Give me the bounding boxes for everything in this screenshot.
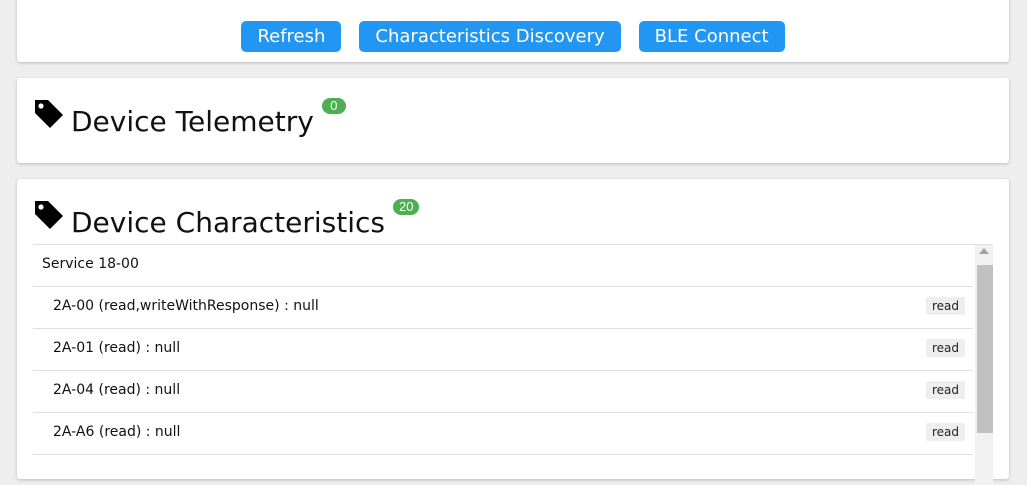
list-item: 2A-A6 (read) : null read bbox=[33, 413, 973, 455]
read-button[interactable]: read bbox=[925, 297, 965, 315]
characteristic-label: 2A-A6 (read) : null bbox=[53, 424, 181, 440]
telemetry-title: Device Telemetry bbox=[71, 105, 314, 138]
scrollbar-thumb[interactable] bbox=[977, 265, 993, 433]
read-button[interactable]: read bbox=[925, 423, 965, 441]
telemetry-card: Device Telemetry 0 bbox=[17, 78, 1009, 163]
characteristics-title: Device Characteristics bbox=[71, 206, 386, 239]
characteristic-label: 2A-00 (read,writeWithResponse) : null bbox=[53, 298, 319, 314]
characteristics-list-content: Service 18-00 2A-00 (read,writeWithRespo… bbox=[33, 245, 973, 455]
characteristic-label: 2A-01 (read) : null bbox=[53, 340, 181, 356]
tag-icon bbox=[35, 201, 63, 229]
telemetry-count-badge: 0 bbox=[321, 98, 346, 114]
refresh-button[interactable]: Refresh bbox=[241, 21, 342, 52]
telemetry-header: Device Telemetry 0 bbox=[33, 98, 346, 140]
read-button[interactable]: read bbox=[925, 339, 965, 357]
scroll-up-icon[interactable] bbox=[979, 248, 989, 254]
characteristics-count-badge: 20 bbox=[393, 199, 420, 215]
actions-card: Refresh Characteristics Discovery BLE Co… bbox=[17, 0, 1009, 62]
list-item: 2A-04 (read) : null read bbox=[33, 371, 973, 413]
characteristics-card: Device Characteristics 20 Service 18-00 … bbox=[17, 179, 1009, 485]
service-row: Service 18-00 bbox=[33, 245, 973, 287]
characteristics-header: Device Characteristics 20 bbox=[33, 199, 420, 241]
scrollbar[interactable] bbox=[975, 245, 993, 485]
list-item: 2A-01 (read) : null read bbox=[33, 329, 973, 371]
tag-icon bbox=[35, 100, 63, 128]
action-buttons: Refresh Characteristics Discovery BLE Co… bbox=[17, 21, 1009, 52]
list-item: 2A-00 (read,writeWithResponse) : null re… bbox=[33, 287, 973, 329]
service-label: Service 18-00 bbox=[42, 256, 139, 272]
read-button[interactable]: read bbox=[925, 381, 965, 399]
characteristics-list[interactable]: Service 18-00 2A-00 (read,writeWithRespo… bbox=[33, 244, 993, 485]
ble-connect-button[interactable]: BLE Connect bbox=[638, 21, 785, 52]
characteristics-discovery-button[interactable]: Characteristics Discovery bbox=[359, 21, 621, 52]
characteristic-label: 2A-04 (read) : null bbox=[53, 382, 181, 398]
